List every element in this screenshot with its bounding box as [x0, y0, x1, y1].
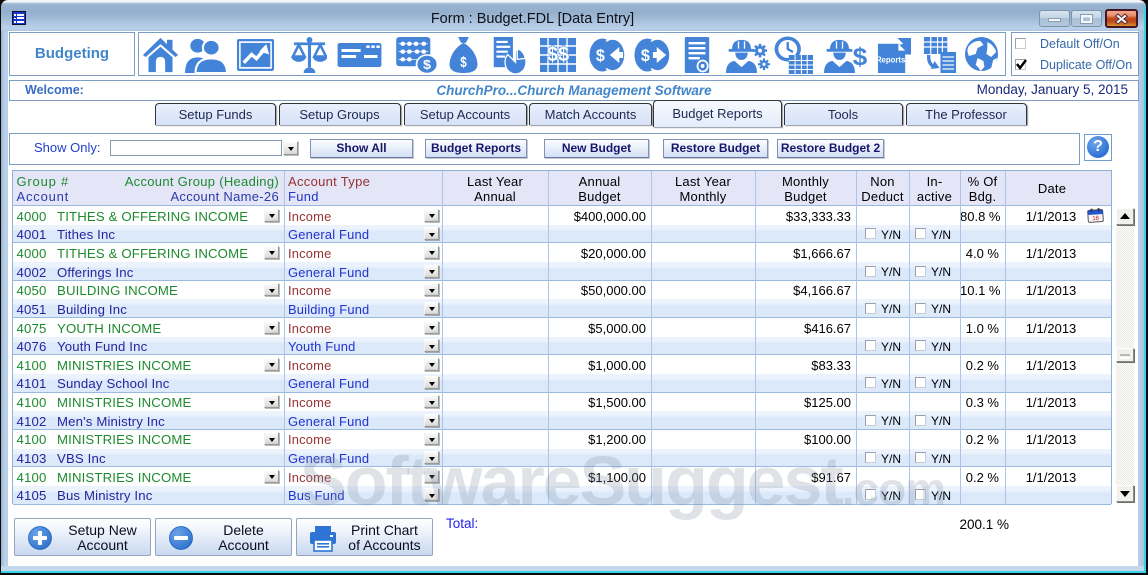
svg-text:$: $ [641, 46, 650, 66]
svg-text:18: 18 [1092, 216, 1100, 222]
svg-text:$$: $$ [547, 44, 569, 66]
svg-text:$: $ [423, 58, 431, 72]
svg-text:Reports: Reports [876, 55, 905, 64]
svg-text:$: $ [853, 44, 867, 72]
svg-text:$: $ [596, 46, 605, 66]
svg-text:$: $ [460, 54, 467, 71]
